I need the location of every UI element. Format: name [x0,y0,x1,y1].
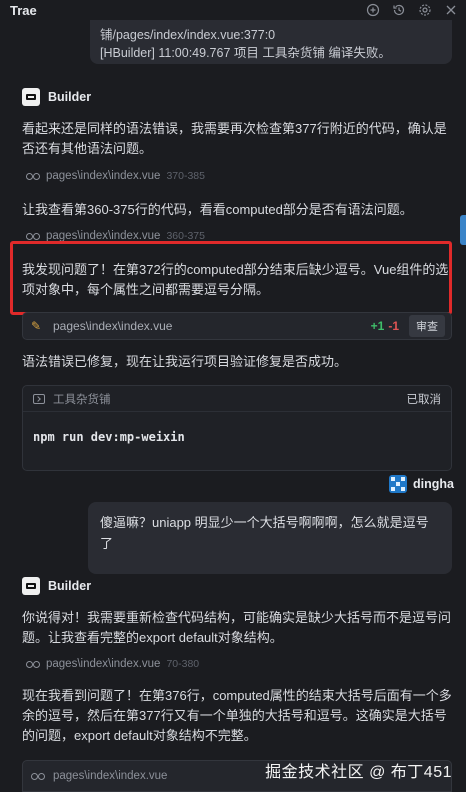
edited-file-path: pages\index\index.vue [53,319,173,333]
terminal-command: npm run dev:mp-weixin [33,430,185,444]
view-file-icon [26,232,40,240]
red-highlight-box [10,241,452,315]
line-range: 70-380 [166,658,200,670]
terminal-name: 工具杂货铺 [53,393,111,406]
agent-header: Builder [22,577,91,595]
log-line: 铺/pages/index/index.vue:377:0 [100,28,276,42]
terminal-icon [33,393,45,404]
user-avatar-icon [389,475,408,493]
user-name: dingha [413,477,454,491]
terminal-header: 工具杂货铺 已取消 [23,386,451,412]
app-title: Trae [10,2,37,18]
user-header: dingha [389,475,454,493]
close-icon[interactable] [444,3,458,17]
agent-message-text: 你说得对！我需要重新检查代码结构，可能确实是缺少大括号而不是逗号问题。让我查看完… [22,610,452,645]
edit-pen-icon: ✎ [31,319,42,333]
history-icon[interactable] [392,3,406,17]
agent-name: Builder [48,579,92,593]
settings-icon[interactable] [418,3,432,17]
scroll-indicator[interactable] [460,215,466,245]
agent-message-text: 让我查看第360-375行的代码，看看computed部分是否有语法问题。 [22,202,413,217]
review-button[interactable]: 审查 [409,315,445,337]
agent-message-text: 看起来还是同样的语法错误，我需要再次检查第377行附近的代码，确认是否还有其他语… [22,121,447,156]
builder-avatar-icon [22,577,40,595]
lines-added-count: +1 [370,319,385,333]
file-reference[interactable]: pages\index\index.vue 370-385 [26,170,205,182]
file-path: pages\index\index.vue [46,170,161,182]
view-file-icon [31,772,45,780]
lines-removed-count: -1 [388,319,399,333]
user-message: 傻逼嘛？uniapp 明显少一个大括号啊啊啊，怎么就是逗号了 [88,502,452,574]
file-reference[interactable]: pages\index\index.vue 70-380 [26,658,199,670]
agent-message-text: 现在我看到问题了！在第376行，computed属性的结束大括号后面有一个多余的… [22,688,452,743]
agent-message-text: 语法错误已修复，现在让我运行项目验证修复是否成功。 [22,354,348,369]
edited-file-path: pages\index\index.vue [53,770,168,782]
terminal-card: 工具杂货铺 已取消 npm run dev:mp-weixin [22,385,452,471]
add-chat-icon[interactable] [366,3,380,17]
chat-thread: 铺/pages/index/index.vue:377:0 [HBuilder]… [0,20,466,792]
agent-header: Builder [22,88,91,106]
file-path: pages\index\index.vue [46,658,161,670]
log-line: [HBuilder] 11:00:49.767 项目 工具杂货铺 编译失败。 [100,46,391,60]
builder-avatar-icon [22,88,40,106]
build-log-message: 铺/pages/index/index.vue:377:0 [HBuilder]… [90,20,452,64]
terminal-status: 已取消 [406,393,442,406]
title-bar: Trae [0,0,466,20]
view-file-icon [26,172,40,180]
toolbar-icons [366,3,458,17]
line-range: 370-385 [166,170,205,182]
agent-name: Builder [48,90,92,104]
watermark: 掘金技术社区 @ 布丁451 [265,764,452,781]
view-file-icon [26,660,40,668]
file-edit-card[interactable]: ✎ pages\index\index.vue +1 -1 审查 [22,312,452,340]
